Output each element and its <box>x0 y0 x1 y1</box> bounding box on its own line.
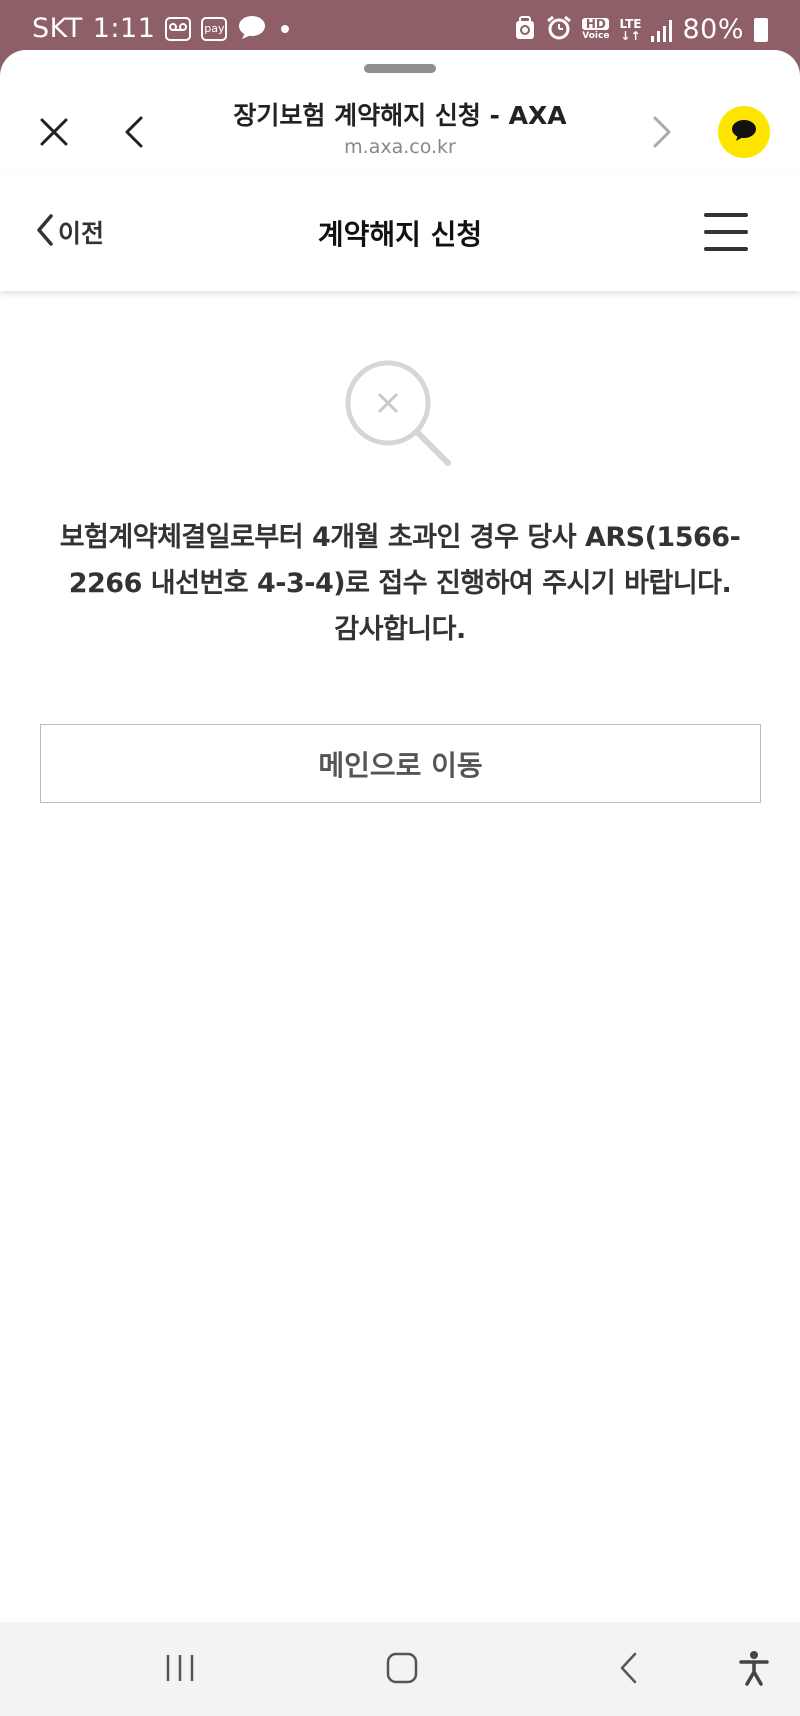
recents-icon <box>163 1653 197 1687</box>
header-title: 계약해지 신청 <box>317 218 483 251</box>
chevron-right-icon <box>651 116 673 152</box>
hd-voice-icon: HD Voice <box>582 17 610 42</box>
kakao-chat-icon <box>730 118 758 146</box>
back-button[interactable] <box>600 1644 656 1696</box>
battery-icon <box>754 17 768 42</box>
system-nav-bar <box>0 1622 800 1716</box>
lte-label: LTE <box>619 16 642 31</box>
back-label: 이전 <box>58 219 105 248</box>
close-icon <box>39 117 69 151</box>
recents-button[interactable] <box>152 1644 208 1696</box>
accessibility-button[interactable] <box>726 1644 782 1696</box>
back-link[interactable]: 이전 <box>36 213 104 251</box>
pay-icon: pay <box>201 16 228 41</box>
recycle-icon <box>514 15 536 44</box>
alarm-icon <box>546 15 572 45</box>
clock: 1:11 <box>92 13 156 44</box>
close-button[interactable] <box>26 106 82 162</box>
browser-forward-button[interactable] <box>634 106 690 162</box>
hamburger-menu-icon[interactable] <box>704 213 748 251</box>
sheet-drag-handle[interactable] <box>364 64 436 73</box>
home-button[interactable] <box>374 1644 430 1696</box>
home-icon <box>385 1651 419 1689</box>
lte-icon: LTE ↓↑ <box>619 16 642 43</box>
page-header: 이전 계약해지 신청 <box>0 175 800 291</box>
voice-label: Voice <box>582 30 610 41</box>
browser-sheet: 장기보험 계약해지 신청 - AXA m.axa.co.kr 이전 계약해지 신… <box>0 50 800 1622</box>
search-x-icon <box>344 359 456 471</box>
notification-dot <box>281 24 290 33</box>
notice-line-3: 감사합니다. <box>334 614 466 645</box>
hd-label: HD <box>582 17 610 30</box>
chat-bubble-icon <box>237 14 267 44</box>
browser-back-button[interactable] <box>106 106 162 162</box>
accessibility-icon <box>738 1650 770 1690</box>
notice-line-2: 2266 내선번호 4-3-4)로 접수 진행하여 주시기 바랍니다. <box>68 568 732 599</box>
signal-icon <box>651 18 673 42</box>
page-url: m.axa.co.kr <box>344 136 456 158</box>
back-icon <box>617 1651 639 1689</box>
go-to-main-button[interactable]: 메인으로 이동 <box>40 724 761 803</box>
page-title: 장기보험 계약해지 신청 - AXA <box>233 101 567 130</box>
kakao-chat-button[interactable] <box>718 106 770 158</box>
chevron-left-icon <box>123 116 145 152</box>
chevron-left-icon <box>36 213 54 251</box>
battery-percent: 80% <box>682 14 744 45</box>
notice-message: 보험계약체결일로부터 4개월 초과인 경우 당사 ARS(1566- 2266 … <box>40 515 760 653</box>
voicemail-icon <box>165 16 192 41</box>
notice-line-1: 보험계약체결일로부터 4개월 초과인 경우 당사 ARS(1566- <box>59 522 741 553</box>
carrier-label: SKT <box>32 13 83 44</box>
